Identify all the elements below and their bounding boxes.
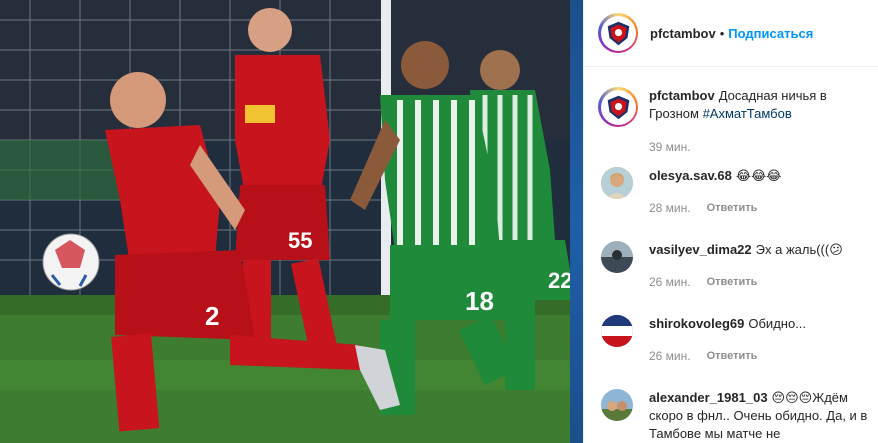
svg-text:2: 2 [205, 301, 219, 331]
comment-time: 26 мин. [649, 275, 691, 289]
post-photo[interactable]: 22 18 55 2 [0, 0, 583, 443]
user-photo-icon [601, 241, 633, 273]
user-photo-icon [601, 315, 633, 347]
reply-button[interactable]: Ответить [707, 347, 758, 365]
svg-text:55: 55 [288, 228, 312, 253]
caption-time: 39 мин. [649, 140, 691, 154]
football-icon [42, 233, 100, 291]
post-header: pfctambov • Подписаться [584, 0, 878, 67]
photo-edge-strip [570, 0, 583, 443]
follow-button[interactable]: Подписаться [728, 26, 813, 41]
comment-time: 26 мин. [649, 349, 691, 363]
comment-item: alexander_1981_03 😔😔😔Ждём скоро в фнл.. О… [598, 389, 872, 443]
match-photo-illustration: 22 18 55 2 [0, 0, 583, 443]
comment-text: 😂😂😂 [735, 168, 782, 183]
user-photo-icon [601, 167, 633, 199]
comment-username[interactable]: vasilyev_dima22 [649, 242, 752, 257]
caption-avatar[interactable] [598, 87, 638, 127]
avatar[interactable] [601, 241, 633, 273]
club-crest-icon [607, 95, 629, 119]
comment-time: 28 мин. [649, 201, 691, 215]
caption-username[interactable]: pfctambov [649, 88, 715, 103]
reply-button[interactable]: Ответить [707, 273, 758, 291]
svg-text:18: 18 [465, 286, 494, 316]
header-username[interactable]: pfctambov [650, 26, 716, 41]
avatar[interactable] [601, 167, 633, 199]
svg-text:22: 22 [548, 268, 572, 293]
comment-username[interactable]: shirokovoleg69 [649, 316, 744, 331]
avatar[interactable] [601, 315, 633, 347]
post-sidebar: pfctambov • Подписаться pfctambov Досадна… [583, 0, 878, 443]
post-caption: pfctambov Досадная ничья в Грозном #Ахмат… [598, 87, 868, 156]
avatar[interactable] [598, 13, 638, 53]
avatar[interactable] [601, 389, 633, 421]
reply-button[interactable]: Ответить [707, 199, 758, 217]
user-photo-icon [601, 389, 633, 421]
caption-hashtag[interactable]: #АхматТамбов [703, 106, 792, 121]
caption-text: pfctambov Досадная ничья в Грозном #Ахмат… [649, 87, 868, 123]
separator-dot: • [719, 25, 725, 41]
comment-text: Эх а жаль(((😕 [755, 242, 843, 257]
comment-item: shirokovoleg69 Обидно... 26 мин. Ответить [598, 315, 872, 365]
comment-username[interactable]: alexander_1981_03 [649, 390, 768, 405]
comment-item: vasilyev_dima22 Эх а жаль(((😕 26 мин. Отв… [598, 241, 872, 291]
comment-username[interactable]: olesya.sav.68 [649, 168, 732, 183]
club-crest-icon [607, 21, 629, 45]
comment-text: Обидно... [748, 316, 807, 331]
comment-item: olesya.sav.68 😂😂😂 28 мин. Ответить [598, 167, 872, 217]
